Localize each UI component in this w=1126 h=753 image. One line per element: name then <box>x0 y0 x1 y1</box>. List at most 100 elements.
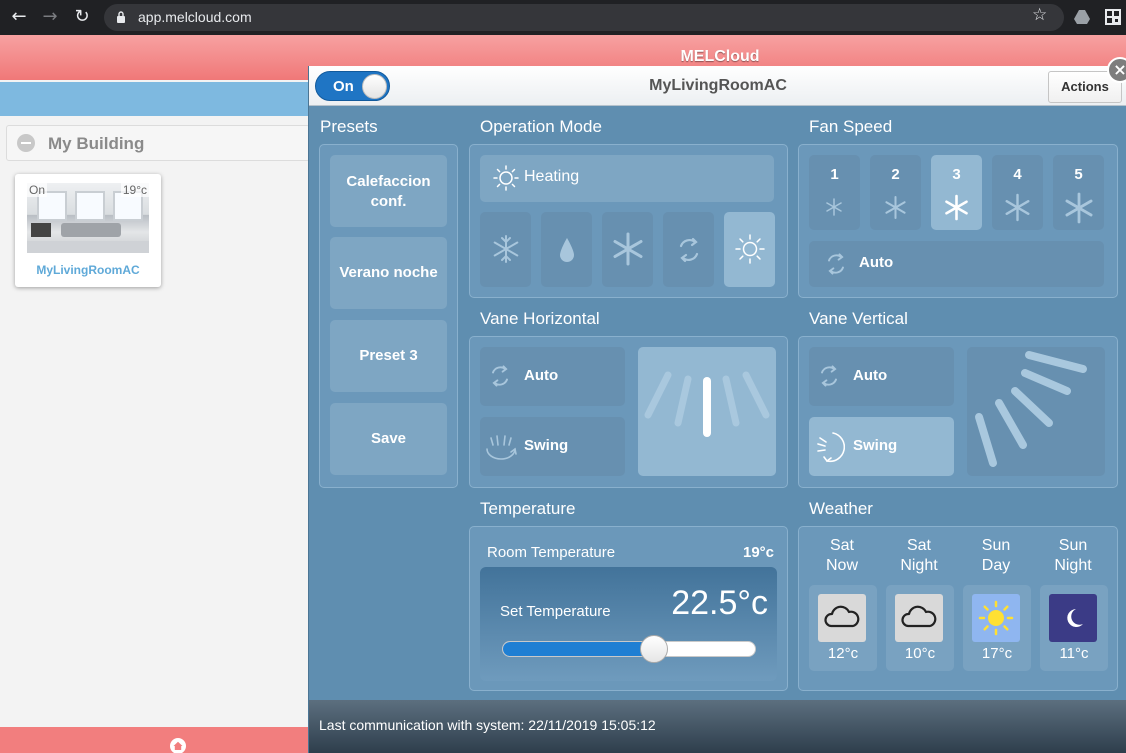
weather-day-label: Sun Day <box>961 536 1031 576</box>
preset-button[interactable]: Calefaccion conf. <box>330 155 447 227</box>
vane-horizontal-swing-button[interactable]: Swing <box>480 417 625 476</box>
mode-auto-button[interactable] <box>663 212 714 287</box>
fan-snowflake-icon <box>826 198 842 216</box>
fan-speed-level: 2 <box>891 166 900 183</box>
vane-horizontal-position-display[interactable] <box>638 347 776 476</box>
fan-speed-panel: 1 2 3 4 5 Auto <box>798 144 1118 298</box>
weather-temperature: 12°c <box>827 645 859 662</box>
toggle-knob[interactable] <box>362 74 387 99</box>
weather-forecast-tile: 10°c <box>886 585 954 671</box>
set-temperature-box: Set Temperature 22.5°c <box>480 567 777 681</box>
fan-speed-button[interactable]: 5 <box>1053 155 1104 230</box>
weather-temperature: 17°c <box>981 645 1013 662</box>
mode-heat-button[interactable] <box>724 212 775 287</box>
fan-snowflake-icon <box>1065 192 1093 224</box>
vane-vertical-title: Vane Vertical <box>809 309 908 328</box>
weather-temperature: 11°c <box>1059 645 1089 662</box>
droplet-icon <box>560 238 574 262</box>
presets-title: Presets <box>320 117 378 136</box>
recycle-icon <box>828 253 844 275</box>
temperature-slider-handle[interactable] <box>640 635 668 663</box>
snowflake-large-icon <box>613 232 643 266</box>
fan-speed-button[interactable]: 1 <box>809 155 860 230</box>
bookmark-star-icon[interactable]: ☆ <box>1032 7 1047 24</box>
snowflake-icon <box>493 235 519 263</box>
reload-icon[interactable]: ↻ <box>70 6 94 28</box>
operation-mode-panel: Heating <box>469 144 788 298</box>
preset-label: Verano noche <box>339 264 438 281</box>
preset-button[interactable]: Verano noche <box>330 237 447 309</box>
home-icon[interactable] <box>170 737 186 753</box>
presets-panel: Calefaccion conf. Verano noche Preset 3 … <box>319 144 458 488</box>
drive-extension-icon[interactable] <box>1073 8 1091 26</box>
vane-vertical-swing-label: Swing <box>853 437 898 454</box>
swing-horizontal-icon <box>486 435 517 460</box>
current-mode-label: Heating <box>524 168 580 185</box>
moon-icon <box>1049 594 1097 642</box>
recycle-icon <box>492 365 508 387</box>
app-title: MELCloud <box>680 48 760 65</box>
address-bar[interactable]: app.melcloud.com <box>104 4 1064 31</box>
mode-cool-button[interactable] <box>480 212 531 287</box>
close-dialog-button[interactable]: × <box>1107 57 1126 83</box>
fan-speed-button-selected[interactable]: 3 <box>931 155 982 230</box>
fan-auto-button[interactable]: Auto <box>809 241 1104 287</box>
preset-label: Calefaccion conf. <box>346 173 431 210</box>
back-icon[interactable]: ← <box>7 6 31 28</box>
fan-snowflake-icon <box>885 196 906 219</box>
weather-day-name: Sat <box>906 537 931 554</box>
cloud-icon <box>895 594 943 642</box>
mode-cool-large-button[interactable] <box>602 212 653 287</box>
cloud-icon <box>818 594 866 642</box>
set-temperature-value: 22.5°c <box>671 584 768 622</box>
weather-day-name: Sun <box>981 537 1011 554</box>
building-label: My Building <box>48 134 145 153</box>
weather-temperature: 10°c <box>904 645 936 662</box>
weather-forecast-tile: 17°c <box>963 585 1031 671</box>
current-mode-display: Heating <box>480 155 774 202</box>
weather-day-period: Night <box>900 557 938 574</box>
preset-button[interactable]: Preset 3 <box>330 320 447 392</box>
weather-day-period: Now <box>825 557 858 574</box>
fan-auto-label: Auto <box>859 254 894 271</box>
dialog-header: On MyLivingRoomAC Actions <box>309 66 1126 106</box>
device-name[interactable]: MyLivingRoomAC <box>15 263 161 277</box>
sun-icon <box>972 594 1020 642</box>
room-temperature-label: Room Temperature <box>487 544 616 561</box>
vane-vertical-swing-button-selected[interactable]: Swing <box>809 417 954 476</box>
save-preset-button[interactable]: Save <box>330 403 447 475</box>
vane-horizontal-auto-button[interactable]: Auto <box>480 347 625 406</box>
recycle-icon <box>679 237 699 263</box>
temperature-slider[interactable] <box>502 635 756 663</box>
fan-speed-button[interactable]: 4 <box>992 155 1043 230</box>
vane-horizontal-icon <box>644 371 770 437</box>
device-status: On <box>27 183 48 197</box>
sub-header <box>0 82 310 116</box>
recycle-icon <box>821 365 837 387</box>
browser-toolbar: ← → ↻ app.melcloud.com ☆ <box>0 0 1126 35</box>
vane-horizontal-auto-label: Auto <box>524 367 559 384</box>
last-communication-text: Last communication with system: 22/11/20… <box>319 717 656 733</box>
vane-vertical-position-display[interactable] <box>967 347 1105 476</box>
qr-extension-icon[interactable] <box>1104 8 1122 26</box>
vane-vertical-auto-button[interactable]: Auto <box>809 347 954 406</box>
forward-icon[interactable]: → <box>38 6 62 28</box>
vane-horizontal-title: Vane Horizontal <box>480 309 600 328</box>
weather-day-name: Sat <box>829 537 854 554</box>
sun-icon <box>493 165 519 191</box>
fan-speed-button[interactable]: 2 <box>870 155 921 230</box>
save-label: Save <box>370 430 407 447</box>
weather-forecast-tile: 11°c <box>1040 585 1108 671</box>
device-dialog: On MyLivingRoomAC Actions Presets Calefa… <box>308 66 1126 753</box>
weather-day-label: Sat Night <box>884 536 954 576</box>
weather-day-period: Day <box>981 557 1011 574</box>
weather-title: Weather <box>809 499 873 518</box>
preset-label: Preset 3 <box>359 347 418 364</box>
device-card[interactable]: On 19°c MyLivingRoomAC <box>15 174 161 287</box>
swing-vertical-icon <box>817 432 845 463</box>
temperature-title: Temperature <box>480 499 576 518</box>
power-toggle[interactable]: On <box>315 71 390 101</box>
mode-dry-button[interactable] <box>541 212 592 287</box>
building-group[interactable]: My Building <box>6 125 310 161</box>
collapse-icon[interactable] <box>17 134 35 152</box>
